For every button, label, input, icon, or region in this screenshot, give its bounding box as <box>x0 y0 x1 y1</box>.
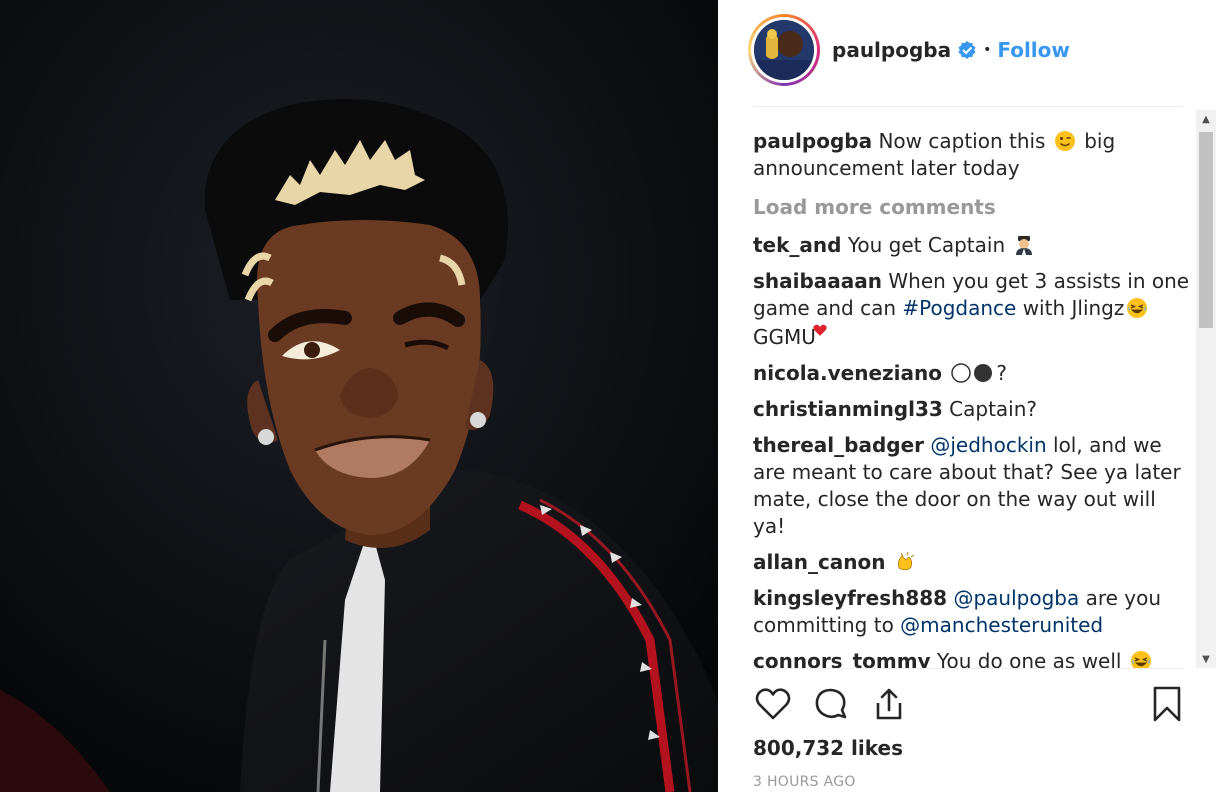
comment-username[interactable]: thereal_badger <box>753 433 924 457</box>
comment-text: with Jlingz <box>1022 296 1125 320</box>
post-side-panel: paulpogba • Follow paulpogba Now caption… <box>718 0 1218 792</box>
comment: thereal_badger @jedhockin lol, and we ar… <box>753 432 1193 540</box>
comment-text: Captain? <box>949 397 1038 421</box>
header-divider <box>753 106 1183 107</box>
post-image[interactable] <box>0 0 718 792</box>
verified-badge-icon <box>958 41 976 59</box>
comment: kingsleyfresh888 @paulpogba are you comm… <box>753 585 1193 639</box>
pilot-emoji-icon <box>1016 236 1033 255</box>
clapping-emoji-icon <box>897 551 915 571</box>
scroll-up-arrow-icon[interactable]: ▲ <box>1196 110 1216 128</box>
comment-username[interactable]: shaibaaaan <box>753 269 882 293</box>
comment-text: GGMU <box>753 325 816 349</box>
post-username[interactable]: paulpogba <box>832 38 951 62</box>
hashtag-link[interactable]: #Pogdance <box>902 296 1016 320</box>
comment-text: ? <box>996 361 1007 385</box>
heart-emoji-icon <box>813 324 827 336</box>
caption-text: Now caption this <box>878 129 1046 153</box>
post-actions <box>753 684 1193 726</box>
avatar-photo <box>754 20 814 80</box>
comment-username[interactable]: kingsleyfresh888 <box>753 586 947 610</box>
post-header: paulpogba • Follow <box>748 14 1188 86</box>
load-more-comments-button[interactable]: Load more comments <box>753 194 1193 221</box>
share-icon[interactable] <box>869 684 909 724</box>
comment-icon[interactable] <box>811 684 851 724</box>
avatar[interactable] <box>748 14 820 86</box>
comment: nicola.veneziano ? <box>753 360 1193 387</box>
comment-username[interactable]: tek_and <box>753 233 841 257</box>
comment-username[interactable]: connors_tommy <box>753 649 931 668</box>
comment: tek_and You get Captain <box>753 232 1193 259</box>
laughing-emoji-icon <box>1130 651 1151 668</box>
follow-button[interactable]: Follow <box>997 38 1070 62</box>
caption: paulpogba Now caption this big announcem… <box>753 128 1193 182</box>
comment-username[interactable]: allan_canon <box>753 550 886 574</box>
actions-divider <box>753 668 1183 669</box>
comment-text: You do one as well <box>936 649 1122 668</box>
comment: connors_tommy You do one as well <box>753 648 1193 668</box>
comment-username[interactable]: nicola.veneziano <box>753 361 942 385</box>
bookmark-icon[interactable] <box>1147 684 1187 724</box>
wink-emoji-icon <box>1054 131 1075 151</box>
comments-list: paulpogba Now caption this big announcem… <box>753 128 1193 668</box>
post-timestamp[interactable]: 3 HOURS AGO <box>753 774 856 790</box>
laughing-emoji-icon <box>1127 298 1148 318</box>
scroll-down-arrow-icon[interactable]: ▼ <box>1196 650 1216 668</box>
mention-link[interactable]: @manchesterunited <box>900 613 1103 637</box>
comment: shaibaaaan When you get 3 assists in one… <box>753 268 1193 351</box>
scrollbar-thumb[interactable] <box>1199 132 1213 328</box>
caption-username[interactable]: paulpogba <box>753 129 872 153</box>
mention-link[interactable]: @paulpogba <box>953 586 1079 610</box>
comment-username[interactable]: christianmingl33 <box>753 397 943 421</box>
separator-dot: • <box>983 42 992 58</box>
mention-link[interactable]: @jedhockin <box>930 433 1046 457</box>
heart-icon[interactable] <box>753 684 793 724</box>
likes-count[interactable]: 800,732 likes <box>753 736 903 760</box>
white-circle-emoji-icon <box>951 363 972 383</box>
avatar-image <box>754 20 814 80</box>
comment: christianmingl33 Captain? <box>753 396 1193 423</box>
comment-text: You get Captain <box>847 233 1006 257</box>
post-photo-illustration <box>0 0 718 792</box>
comment: allan_canon <box>753 549 1193 576</box>
black-circle-emoji-icon <box>974 364 993 382</box>
comments-scrollbar[interactable]: ▲ ▼ <box>1196 110 1216 668</box>
